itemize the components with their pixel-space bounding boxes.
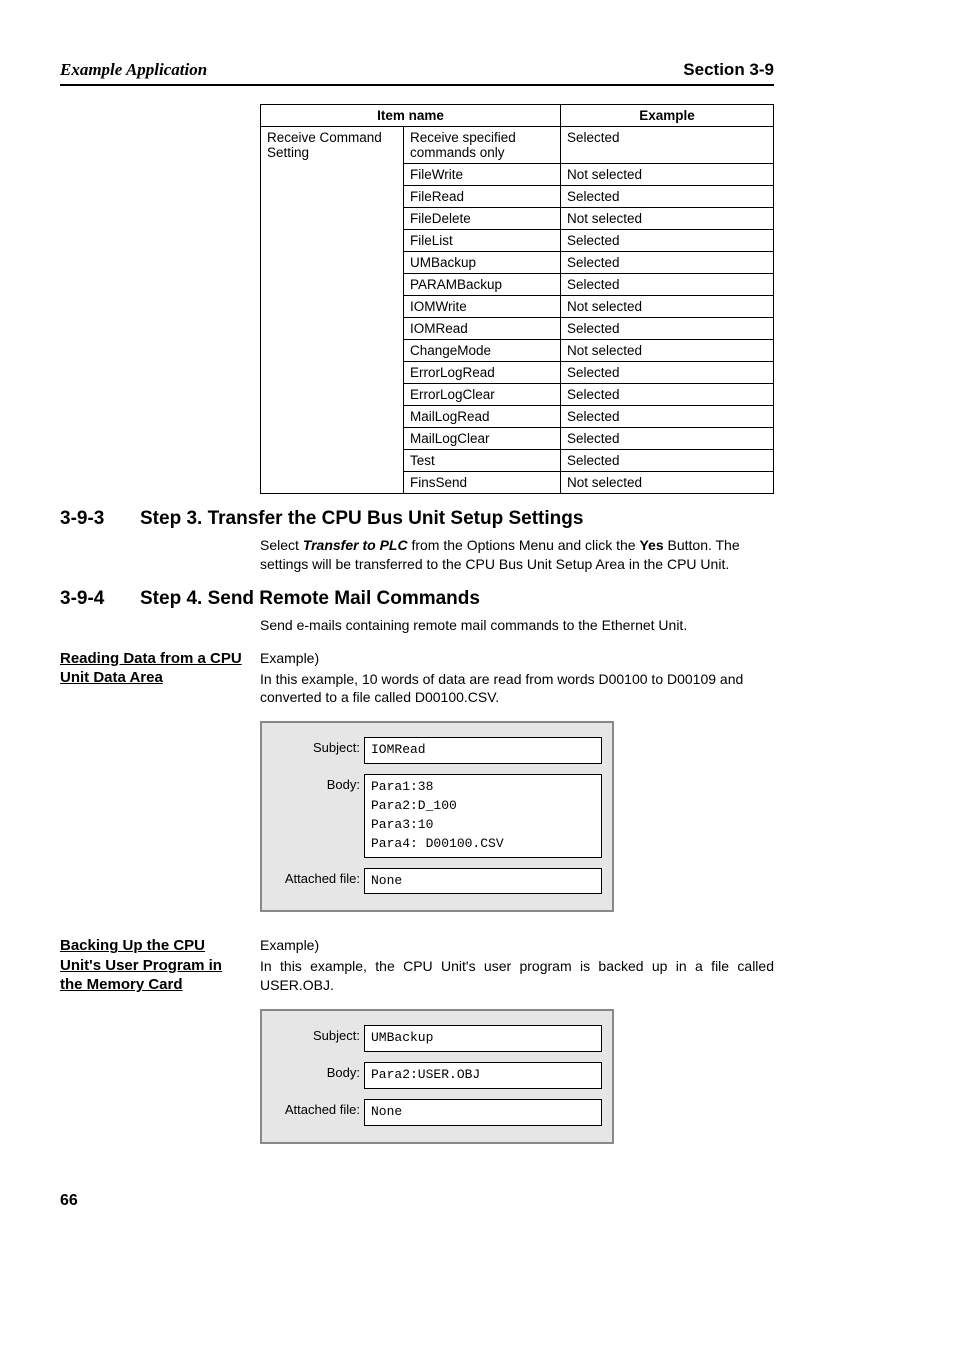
cell-example: Selected <box>561 318 774 340</box>
email-body-value: Para2:USER.OBJ <box>364 1062 602 1089</box>
email-body-label: Body: <box>272 1062 364 1080</box>
cell-example: Selected <box>561 362 774 384</box>
cell-item: FileList <box>404 230 561 252</box>
heading-3-9-3: 3-9-3 Step 3. Transfer the CPU Bus Unit … <box>60 508 774 530</box>
cell-item: MailLogClear <box>404 428 561 450</box>
example-lead: Example) <box>260 649 774 668</box>
heading-number: 3-9-3 <box>60 508 140 530</box>
cell-item: PARAMBackup <box>404 274 561 296</box>
text-bold: Yes <box>639 537 663 553</box>
side-heading-reading-data: Reading Data from a CPU Unit Data Area <box>60 649 260 931</box>
email-example-umbackup: Subject: UMBackup Body: Para2:USER.OBJ A… <box>260 1009 614 1144</box>
example-description: In this example, 10 words of data are re… <box>260 670 774 708</box>
cell-example: Selected <box>561 406 774 428</box>
side-heading-backing-up: Backing Up the CPU Unit's User Program i… <box>60 936 260 1161</box>
cell-example: Selected <box>561 186 774 208</box>
cell-example: Not selected <box>561 472 774 494</box>
page-content: Item name Example Receive Command Settin… <box>60 104 774 1162</box>
email-attached-label: Attached file: <box>272 1099 364 1117</box>
text-emphasis: Transfer to PLC <box>303 537 408 553</box>
email-attached-label: Attached file: <box>272 868 364 886</box>
cell-example: Selected <box>561 127 774 164</box>
th-example: Example <box>561 105 774 127</box>
cell-item: Receive specified commands only <box>404 127 561 164</box>
email-example-iomread: Subject: IOMRead Body: Para1:38 Para2:D_… <box>260 721 614 912</box>
cell-item: FinsSend <box>404 472 561 494</box>
email-body-label: Body: <box>272 774 364 792</box>
heading-3-9-4: 3-9-4 Step 4. Send Remote Mail Commands <box>60 588 774 610</box>
cell-item: IOMRead <box>404 318 561 340</box>
paragraph: Send e-mails containing remote mail comm… <box>260 616 774 635</box>
cell-item: UMBackup <box>404 252 561 274</box>
email-subject-value: UMBackup <box>364 1025 602 1052</box>
text: Select <box>260 537 303 553</box>
table-row: Receive Command Setting Receive specifie… <box>261 127 774 164</box>
cell-item: ErrorLogClear <box>404 384 561 406</box>
cell-example: Selected <box>561 384 774 406</box>
cell-item: FileDelete <box>404 208 561 230</box>
cell-item: ErrorLogRead <box>404 362 561 384</box>
th-item-name: Item name <box>261 105 561 127</box>
cell-item: IOMWrite <box>404 296 561 318</box>
group-label: Receive Command Setting <box>261 127 404 494</box>
cell-item: ChangeMode <box>404 340 561 362</box>
cell-example: Selected <box>561 252 774 274</box>
cell-item: MailLogRead <box>404 406 561 428</box>
page-header: Example Application Section 3-9 <box>60 60 774 86</box>
cell-item: FileWrite <box>404 164 561 186</box>
heading-number: 3-9-4 <box>60 588 140 610</box>
email-attached-value: None <box>364 868 602 895</box>
cell-item: FileRead <box>404 186 561 208</box>
heading-title: Step 3. Transfer the CPU Bus Unit Setup … <box>140 508 583 530</box>
email-subject-label: Subject: <box>272 737 364 755</box>
command-settings-table: Item name Example Receive Command Settin… <box>260 104 774 494</box>
cell-example: Selected <box>561 428 774 450</box>
cell-example: Not selected <box>561 208 774 230</box>
email-subject-label: Subject: <box>272 1025 364 1043</box>
cell-example: Not selected <box>561 340 774 362</box>
example-lead: Example) <box>260 936 774 955</box>
header-left: Example Application <box>60 60 207 80</box>
email-subject-value: IOMRead <box>364 737 602 764</box>
cell-example: Selected <box>561 230 774 252</box>
cell-example: Selected <box>561 274 774 296</box>
cell-example: Not selected <box>561 296 774 318</box>
page-number: 66 <box>60 1192 774 1210</box>
cell-example: Selected <box>561 450 774 472</box>
text: from the Options Menu and click the <box>408 537 640 553</box>
email-body-value: Para1:38 Para2:D_100 Para3:10 Para4: D00… <box>364 774 602 857</box>
heading-title: Step 4. Send Remote Mail Commands <box>140 588 480 610</box>
header-right: Section 3-9 <box>683 60 774 80</box>
example-description: In this example, the CPU Unit's user pro… <box>260 957 774 995</box>
cell-item: Test <box>404 450 561 472</box>
email-attached-value: None <box>364 1099 602 1126</box>
cell-example: Not selected <box>561 164 774 186</box>
paragraph: Select Transfer to PLC from the Options … <box>260 536 774 574</box>
